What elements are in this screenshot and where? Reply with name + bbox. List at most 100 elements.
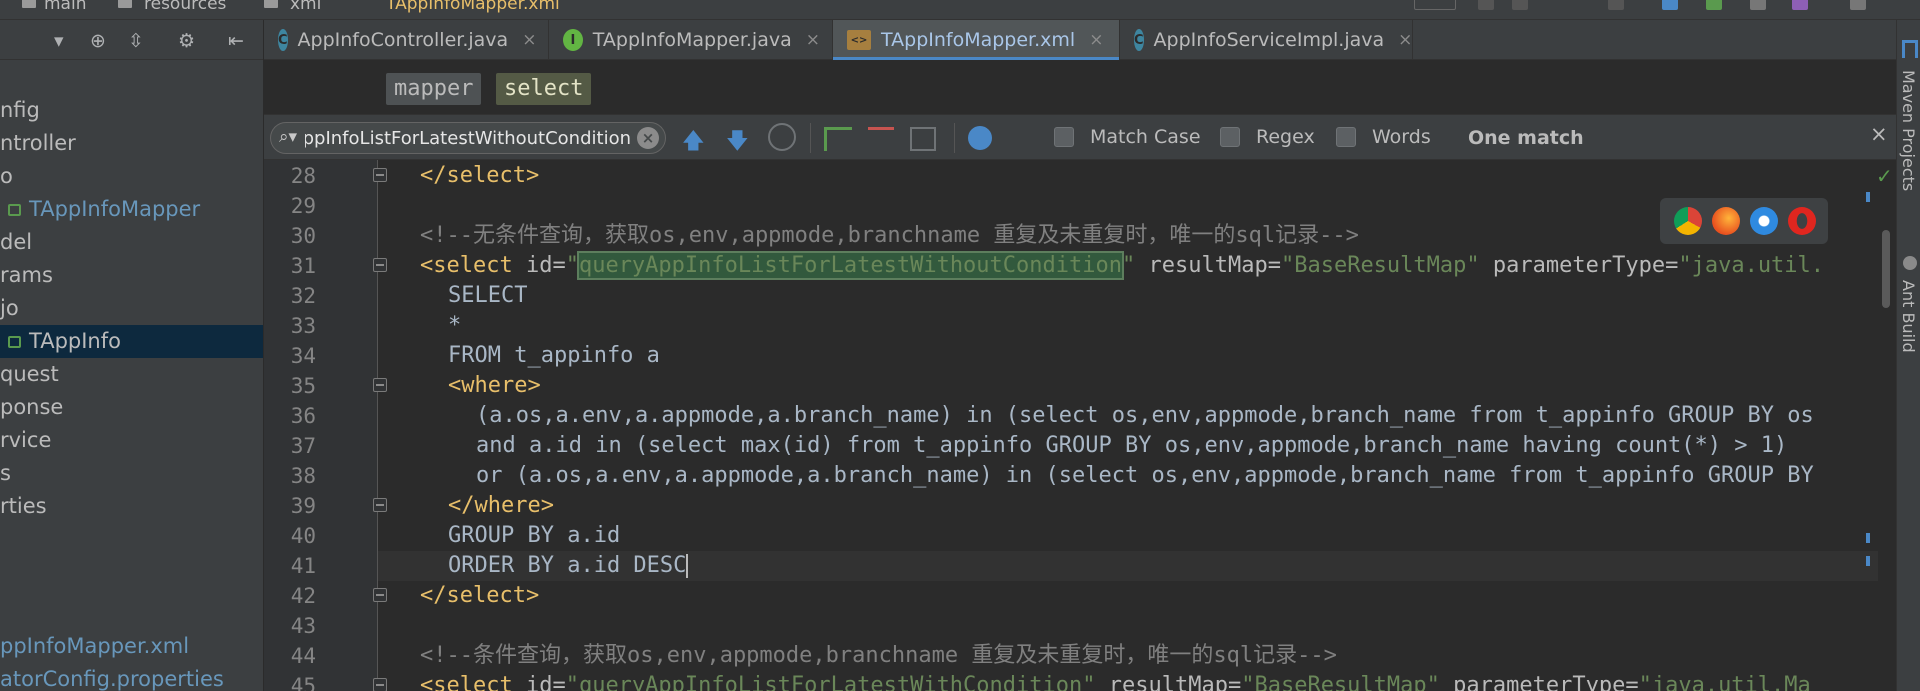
nav-crumb-main[interactable]: main	[44, 0, 86, 14]
tree-item[interactable]: rties	[0, 490, 263, 523]
tree-item[interactable]: quest	[0, 358, 263, 391]
tree-item-generator-config[interactable]: atorConfig.properties	[0, 663, 263, 691]
filter-gear-icon[interactable]	[968, 126, 992, 150]
maven-projects-tool-button[interactable]: Maven Projects	[1899, 70, 1918, 191]
nav-crumb-xml[interactable]: xml	[290, 0, 321, 14]
vcs-commit-icon[interactable]	[1706, 0, 1722, 10]
regex-checkbox[interactable]	[1220, 127, 1240, 147]
tree-item[interactable]: ponse	[0, 391, 263, 424]
divider	[954, 123, 955, 153]
tree-item[interactable]	[0, 523, 263, 556]
change-marker[interactable]	[1866, 533, 1870, 543]
xml-attr: id=	[512, 673, 566, 691]
code-line: and a.id in (select max(id) from t_appin…	[476, 431, 1787, 461]
tab-label: TAppInfoMapper.java	[592, 29, 792, 51]
line-number: 42	[290, 584, 316, 608]
close-icon[interactable]: ×	[1089, 30, 1103, 50]
nav-crumb-resources[interactable]: resources	[144, 0, 226, 14]
sql-text: (a.os,a.env,a.appmode,a.branch_name) in …	[476, 403, 1814, 428]
vcs-update-icon[interactable]	[1662, 0, 1678, 10]
breadcrumb-select[interactable]: select	[496, 73, 592, 105]
run-config-dropdown[interactable]	[1414, 0, 1456, 10]
code-line: *	[448, 311, 461, 341]
java-class-icon: C	[278, 29, 288, 51]
scrollbar-thumb[interactable]	[1882, 230, 1890, 308]
tab-appinfoserviceimpl[interactable]: C AppInfoServiceImpl.java ×	[1120, 20, 1413, 60]
tab-tappinfomapper-xml[interactable]: <> TAppInfoMapper.xml ×	[833, 20, 1120, 60]
tree-item[interactable]: del	[0, 226, 263, 259]
tree-item[interactable]: rvice	[0, 424, 263, 457]
tree-item-label: rties	[0, 494, 47, 518]
maven-icon	[1902, 40, 1918, 58]
tree-item-label: ponse	[0, 395, 64, 419]
breadcrumb-mapper[interactable]: mapper	[386, 73, 482, 105]
tree-item-tappinfomapper[interactable]: TAppInfoMapper	[0, 193, 263, 226]
tab-tappinfomapper-java[interactable]: I TAppInfoMapper.java ×	[549, 20, 833, 60]
find-bar: ⌕▾ × 🡅 🡇 Match Case Regex Words One matc…	[264, 115, 1896, 160]
change-marker[interactable]	[1866, 192, 1870, 202]
tree-item-label: nfig	[0, 98, 40, 122]
close-icon[interactable]: ×	[1870, 122, 1888, 146]
xml-file-icon: <>	[847, 30, 871, 50]
tree-item[interactable]: rams	[0, 259, 263, 292]
xml-comment: <!--无条件查询，获取os,env,appmode,branchname 重复…	[420, 223, 1359, 248]
close-icon[interactable]: ×	[1398, 30, 1412, 50]
tab-appinfocontroller[interactable]: C AppInfoController.java ×	[264, 20, 549, 60]
tree-item[interactable]: o	[0, 160, 263, 193]
code-line: </select>	[420, 581, 539, 611]
code-line: <!--无条件查询，获取os,env,appmode,branchname 重复…	[420, 221, 1359, 251]
close-icon[interactable]: ×	[522, 30, 536, 50]
gear-icon[interactable]: ⚙	[178, 30, 195, 52]
tree-item[interactable]: ntroller	[0, 127, 263, 160]
stop-icon[interactable]	[1608, 0, 1624, 10]
line-number: 43	[290, 614, 316, 638]
remove-occurrence-icon[interactable]	[868, 127, 894, 151]
xml-tag: </select>	[420, 163, 540, 188]
tab-label: TAppInfoMapper.xml	[881, 29, 1076, 51]
match-case-checkbox[interactable]	[1054, 127, 1074, 147]
previous-occurrence-icon[interactable]: 🡅	[682, 124, 705, 162]
ant-build-tool-button[interactable]: Ant Build	[1899, 280, 1918, 353]
add-occurrence-icon[interactable]	[824, 127, 852, 151]
xml-tag: </where>	[448, 493, 554, 518]
debug-icon[interactable]	[1512, 0, 1528, 10]
locate-icon[interactable]: ⊕	[90, 30, 106, 52]
tree-item-label: o	[0, 164, 13, 188]
chrome-icon[interactable]	[1674, 207, 1702, 235]
next-occurrence-icon[interactable]: 🡇	[726, 124, 749, 162]
clear-icon[interactable]: ×	[637, 127, 659, 149]
find-field: ⌕▾ ×	[270, 122, 666, 154]
ant-icon	[1903, 256, 1917, 270]
nav-crumb-file[interactable]: TAppInfoMapper.xml	[386, 0, 560, 14]
search-input[interactable]	[305, 127, 631, 149]
tree-item[interactable]: s	[0, 457, 263, 490]
tree-item[interactable]: nfig	[0, 94, 263, 127]
tree-item-label: jo	[0, 296, 19, 320]
select-all-occurrences-icon[interactable]	[910, 127, 936, 151]
chevron-down-icon[interactable]: ▾	[54, 30, 64, 52]
sql-text: ORDER BY a.id DESC	[448, 553, 687, 578]
change-marker[interactable]	[1866, 556, 1870, 566]
xml-tag: <select	[420, 673, 513, 691]
close-icon[interactable]: ×	[806, 30, 820, 50]
tree-item-tappinfo[interactable]: TAppInfo	[0, 325, 263, 358]
project-toolbar: ▾ ⊕ ⇳ ⚙ ⇤	[0, 20, 263, 60]
class-lock-icon	[8, 336, 21, 348]
hide-panel-icon[interactable]: ⇤	[228, 30, 244, 52]
opera-icon[interactable]	[1788, 207, 1816, 235]
tree-item[interactable]: jo	[0, 292, 263, 325]
words-label: Words	[1372, 126, 1431, 148]
code-line: or (a.os,a.env,a.appmode,a.branch_name) …	[476, 461, 1814, 491]
collapse-all-icon[interactable]: ⇳	[128, 30, 144, 52]
words-checkbox[interactable]	[1336, 127, 1356, 147]
find-all-icon[interactable]	[768, 123, 796, 151]
layout-icon[interactable]	[1850, 0, 1866, 10]
run-icon[interactable]	[1478, 0, 1494, 10]
safari-icon[interactable]	[1750, 207, 1778, 235]
firefox-icon[interactable]	[1712, 207, 1740, 235]
compare-icon[interactable]	[1750, 0, 1766, 10]
revert-icon[interactable]	[1792, 0, 1808, 10]
tree-item-mapper-xml[interactable]: ppInfoMapper.xml	[0, 630, 263, 663]
xml-string: "BaseResultMap"	[1280, 253, 1480, 278]
search-icon[interactable]: ⌕▾	[279, 127, 297, 147]
